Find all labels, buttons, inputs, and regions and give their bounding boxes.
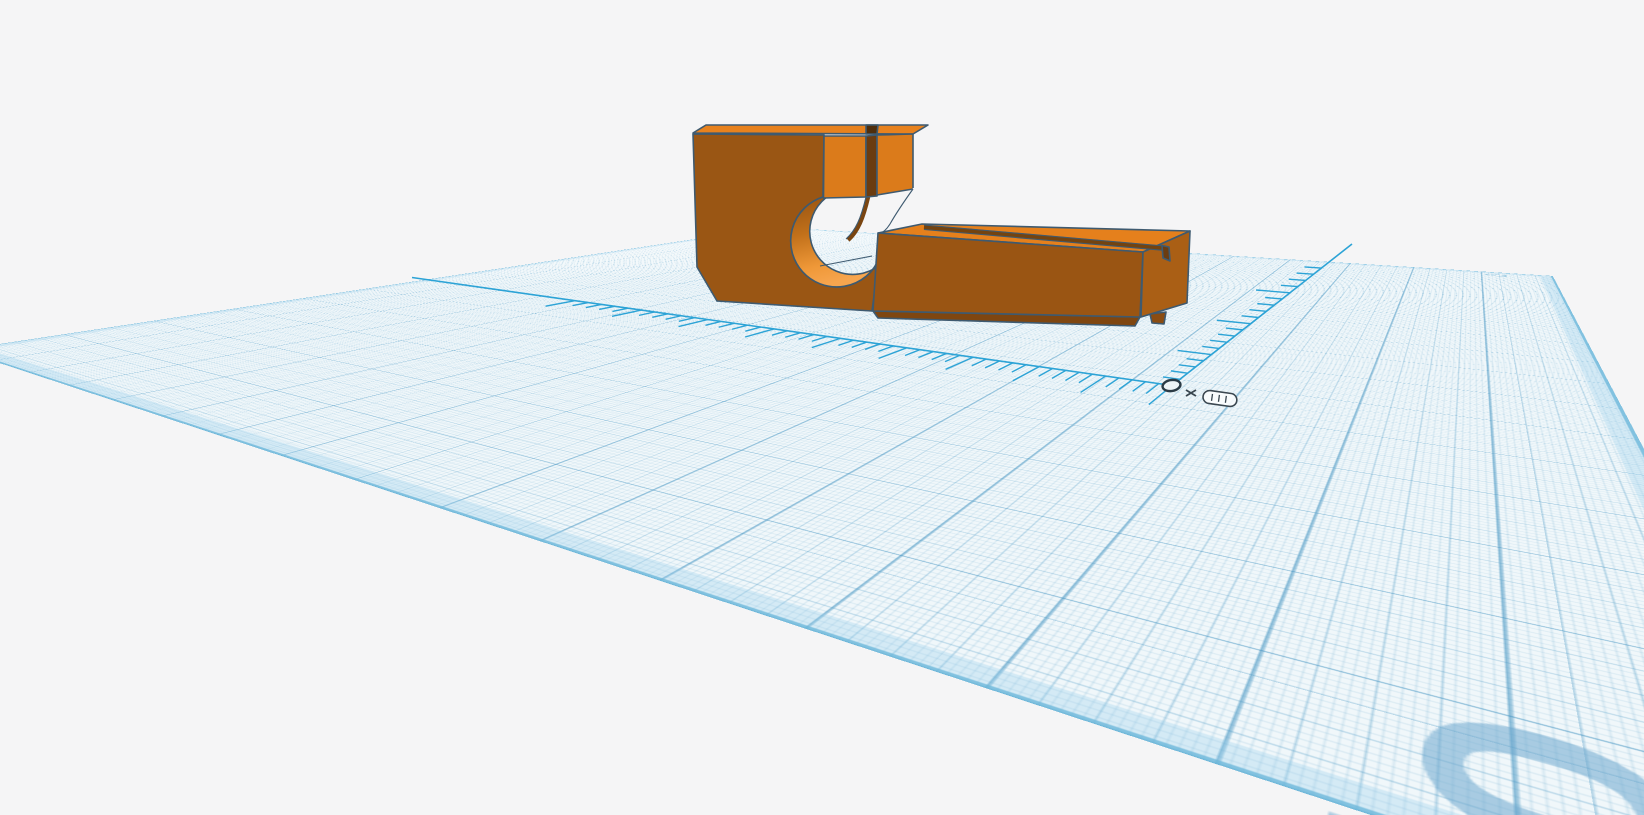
workplane-corner-logo-icon [1481, 273, 1513, 278]
viewport-3d[interactable]: Plano de trabajo [0, 0, 1644, 815]
workplane[interactable]: Plano de trabajo [0, 0, 1644, 815]
workplane-label: Plano de trabajo [1287, 0, 1644, 788]
plane-space: Plano de trabajo [0, 0, 1644, 815]
